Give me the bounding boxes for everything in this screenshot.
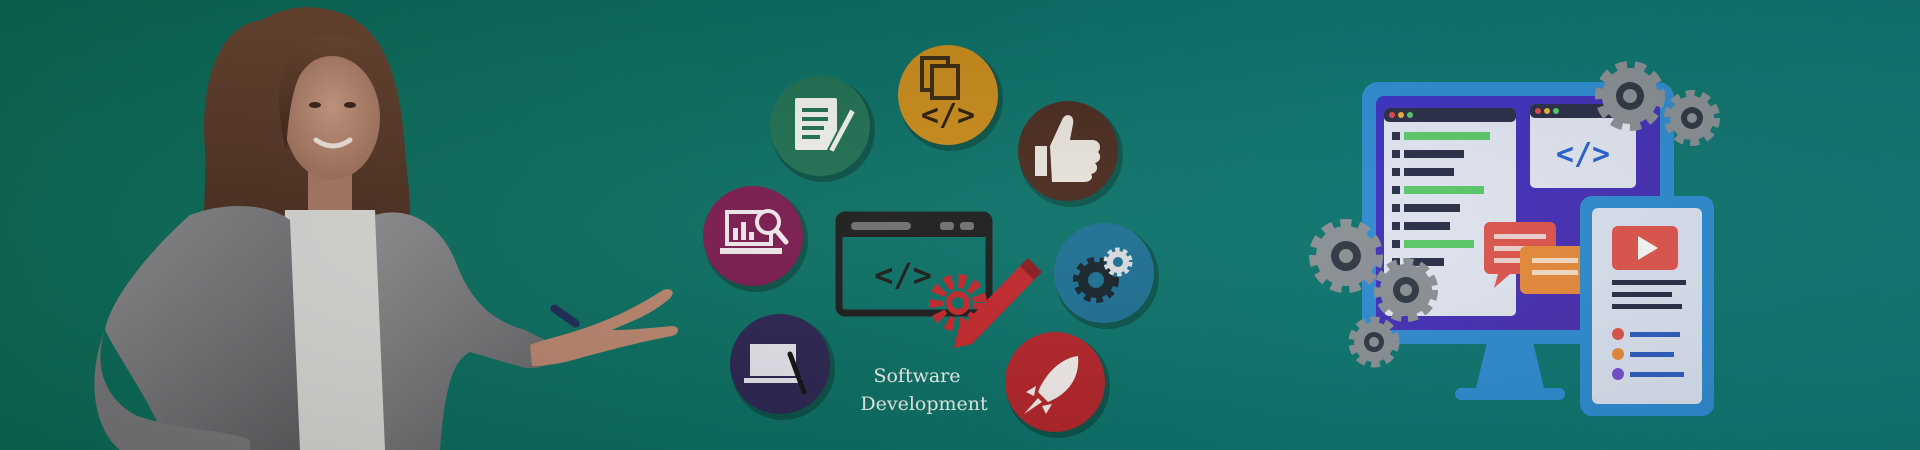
software-development-cluster: </> </> Software Development <box>703 45 1159 438</box>
rocket-icon <box>1005 332 1110 438</box>
software-development-caption: Software Development <box>860 365 988 415</box>
code-files-icon: </> <box>898 45 1003 151</box>
gear-icon <box>1348 316 1400 368</box>
svg-text:</>: </> <box>874 256 932 294</box>
svg-text:</>: </> <box>921 98 975 133</box>
gear-icon <box>1374 258 1438 322</box>
gear-icon <box>1309 219 1383 293</box>
hero-banner: </> </> Software Development </> <box>0 0 1920 450</box>
banner-artwork: </> </> Software Development </> <box>94 7 1720 450</box>
document-edit-icon <box>770 76 875 182</box>
gear-icon <box>1595 61 1665 131</box>
thumbs-up-icon <box>1018 101 1123 207</box>
caption-line-1: Software <box>873 365 960 387</box>
settings-gears-icon <box>1054 223 1159 329</box>
woman-presenting-illustration <box>94 7 678 450</box>
monitor-code-illustration: </> <box>1309 61 1720 416</box>
laptop-design-icon <box>730 314 835 420</box>
caption-line-2: Development <box>860 393 988 415</box>
gear-icon <box>1664 90 1720 146</box>
analytics-laptop-icon <box>703 186 808 292</box>
svg-text:</>: </> <box>1556 137 1610 172</box>
